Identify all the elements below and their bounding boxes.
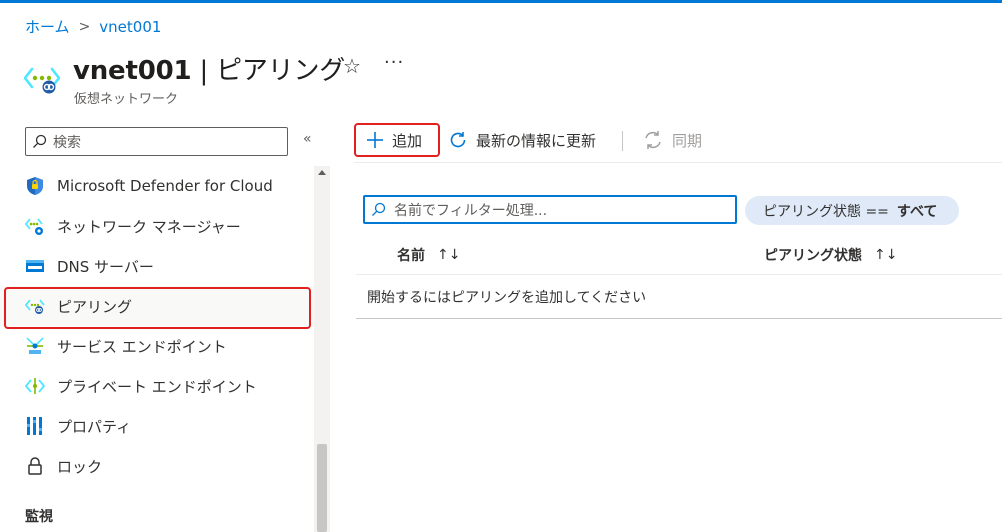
- resource-menu-sidebar: 検索 « Microsoft Defender for Cloud ネットワーク…: [0, 118, 330, 532]
- sidebar-search-placeholder: 検索: [53, 134, 81, 151]
- page-name: ピアリング: [216, 56, 346, 86]
- sidebar-item-properties[interactable]: プロパティ: [0, 406, 314, 446]
- sidebar-nav: Microsoft Defender for Cloud ネットワーク マネージ…: [0, 166, 314, 486]
- private-endpoint-icon: [25, 376, 45, 396]
- resource-name: vnet001: [73, 56, 192, 86]
- refresh-button[interactable]: 最新の情報に更新: [448, 123, 596, 157]
- title-divider: |: [191, 56, 217, 86]
- scroll-thumb[interactable]: [317, 444, 327, 532]
- sidebar-item-label: プロパティ: [57, 417, 132, 436]
- breadcrumb-vnet-link[interactable]: vnet001: [99, 18, 161, 36]
- sidebar-search-input[interactable]: 検索: [25, 127, 288, 156]
- sidebar-item-label: プライベート エンドポイント: [57, 377, 257, 396]
- sort-icon: ↑↓: [437, 247, 461, 263]
- add-button[interactable]: 追加: [354, 123, 440, 157]
- sidebar-item-private-endpoints[interactable]: プライベート エンドポイント: [0, 366, 314, 406]
- sidebar-scrollbar[interactable]: [314, 166, 330, 532]
- sync-button-label: 同期: [672, 131, 703, 150]
- service-endpoint-icon: [25, 336, 45, 356]
- toolbar-divider: [622, 131, 623, 151]
- breadcrumb-home-link[interactable]: ホーム: [25, 16, 70, 37]
- plus-icon: [366, 131, 384, 149]
- scroll-up-arrow-icon[interactable]: [318, 170, 326, 175]
- pill-key: ピアリング状態 ==: [763, 203, 889, 220]
- page-title: vnet001 | ピアリング: [73, 50, 345, 87]
- top-accent-bar: [0, 0, 1002, 3]
- sidebar-item-label: DNS サーバー: [57, 257, 154, 276]
- column-header-name[interactable]: 名前 ↑↓: [397, 245, 460, 265]
- sort-icon: ↑↓: [874, 247, 898, 263]
- add-button-label: 追加: [392, 131, 423, 150]
- properties-icon: [25, 416, 45, 436]
- peerings-table: 名前 ↑↓ ピアリング状態 ↑↓ 開始するにはピアリングを追加してください: [356, 235, 1002, 319]
- pill-value: すべて: [896, 203, 938, 220]
- network-manager-icon: [25, 216, 45, 236]
- sidebar-item-dns-server[interactable]: DNS サーバー: [0, 246, 314, 286]
- breadcrumb: ホーム > vnet001: [25, 16, 161, 37]
- refresh-icon: [448, 130, 468, 150]
- column-header-label: ピアリング状態: [764, 248, 862, 264]
- sidebar-section-monitoring: 監視: [25, 509, 53, 525]
- resource-type-subtitle: 仮想ネットワーク: [74, 92, 179, 107]
- column-header-label: 名前: [397, 248, 425, 264]
- refresh-button-label: 最新の情報に更新: [476, 131, 597, 150]
- defender-shield-icon: [25, 176, 45, 196]
- search-icon: [372, 202, 386, 216]
- sidebar-item-label: サービス エンドポイント: [57, 337, 227, 356]
- more-options-icon[interactable]: ···: [384, 52, 404, 73]
- sidebar-item-locks[interactable]: ロック: [0, 446, 314, 486]
- table-header: 名前 ↑↓ ピアリング状態 ↑↓: [356, 235, 1002, 275]
- sidebar-item-label: ロック: [57, 457, 103, 476]
- sidebar-item-label: ネットワーク マネージャー: [57, 217, 241, 236]
- command-bar: 追加 最新の情報に更新 同期: [354, 119, 1002, 163]
- virtual-network-icon: [24, 67, 60, 94]
- column-header-peering-state[interactable]: ピアリング状態 ↑↓: [764, 245, 897, 265]
- sidebar-item-label: Microsoft Defender for Cloud: [57, 177, 273, 195]
- breadcrumb-separator: >: [78, 18, 91, 35]
- sidebar-item-defender[interactable]: Microsoft Defender for Cloud: [0, 166, 314, 206]
- sidebar-item-label: ピアリング: [57, 297, 133, 316]
- lock-icon: [25, 456, 45, 476]
- peering-icon: [25, 296, 45, 316]
- sidebar-item-network-manager[interactable]: ネットワーク マネージャー: [0, 206, 314, 246]
- peering-state-filter-pill[interactable]: ピアリング状態 == すべて: [745, 196, 960, 225]
- empty-state-message: 開始するにはピアリングを追加してください: [356, 275, 1002, 319]
- collapse-menu-icon[interactable]: «: [303, 131, 312, 147]
- name-filter-input[interactable]: 名前でフィルター処理...: [363, 195, 737, 224]
- search-icon: [33, 134, 47, 148]
- filter-placeholder: 名前でフィルター処理...: [394, 202, 548, 219]
- favorite-star-icon[interactable]: ☆: [343, 54, 361, 78]
- sync-icon: [642, 130, 664, 150]
- sidebar-item-peering[interactable]: ピアリング: [0, 286, 314, 329]
- sidebar-item-service-endpoints[interactable]: サービス エンドポイント: [0, 326, 314, 366]
- sync-button[interactable]: 同期: [642, 123, 702, 157]
- dns-server-icon: [25, 256, 45, 276]
